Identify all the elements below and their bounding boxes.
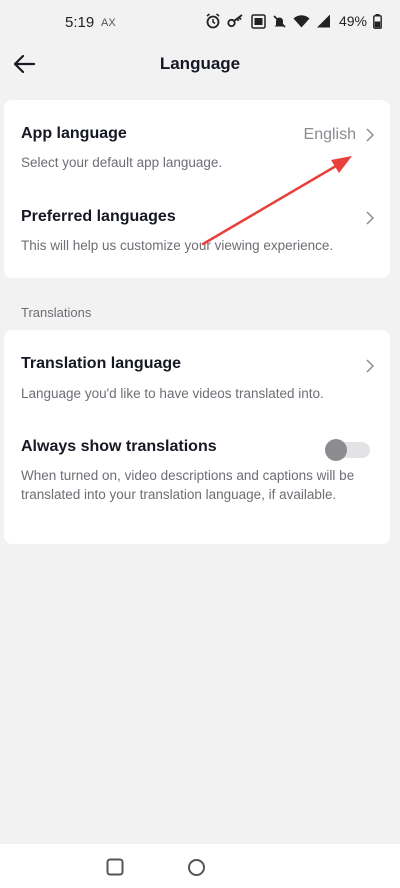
alarm-icon	[206, 13, 220, 29]
translations-section-label: Translations	[21, 305, 92, 320]
always-show-translations-title: Always show translations	[21, 438, 217, 455]
language-settings-card: App language English Select your default…	[4, 100, 390, 278]
always-show-translations-row: Always show translations When turned on,…	[4, 410, 390, 544]
chevron-right-icon	[366, 359, 374, 373]
preferred-languages-desc: This will help us customize your viewing…	[21, 238, 334, 253]
key-icon	[227, 14, 243, 28]
chevron-right-icon	[366, 128, 374, 142]
page-title: Language	[159, 54, 241, 73]
battery-percent: 49%	[338, 13, 367, 29]
mute-icon	[273, 14, 286, 28]
translations-card: Translation language Language you'd like…	[4, 330, 390, 544]
header: Language	[0, 44, 400, 84]
app-language-title: App language	[21, 125, 127, 142]
app-language-value: English	[303, 126, 356, 143]
square-icon[interactable]	[106, 858, 124, 876]
preferred-languages-title: Preferred languages	[21, 208, 176, 225]
translation-language-row[interactable]: Translation language Language you'd like…	[4, 330, 390, 410]
translation-language-desc: Language you'd like to have videos trans…	[21, 386, 324, 401]
chevron-right-icon	[366, 211, 374, 225]
app-language-desc: Select your default app language.	[21, 155, 223, 170]
circle-icon[interactable]	[187, 858, 206, 877]
volte-icon	[251, 13, 266, 29]
status-time: 5:19	[65, 14, 95, 31]
battery-icon	[373, 13, 382, 29]
system-nav-bar	[0, 844, 400, 888]
app-language-row[interactable]: App language English Select your default…	[4, 100, 390, 186]
preferred-languages-row[interactable]: Preferred languages This will help us cu…	[4, 186, 390, 278]
always-show-translations-toggle[interactable]	[325, 439, 370, 461]
status-carrier: AX	[101, 17, 116, 29]
translation-language-title: Translation language	[21, 355, 182, 372]
signal-icon	[316, 14, 330, 28]
status-icons: 49%	[205, 13, 382, 29]
status-bar: 5:19 AX 49%	[0, 0, 400, 44]
toggle-knob	[325, 439, 347, 461]
always-show-translations-desc: When turned on, video descriptions and c…	[21, 468, 355, 502]
wifi-icon	[293, 15, 310, 28]
